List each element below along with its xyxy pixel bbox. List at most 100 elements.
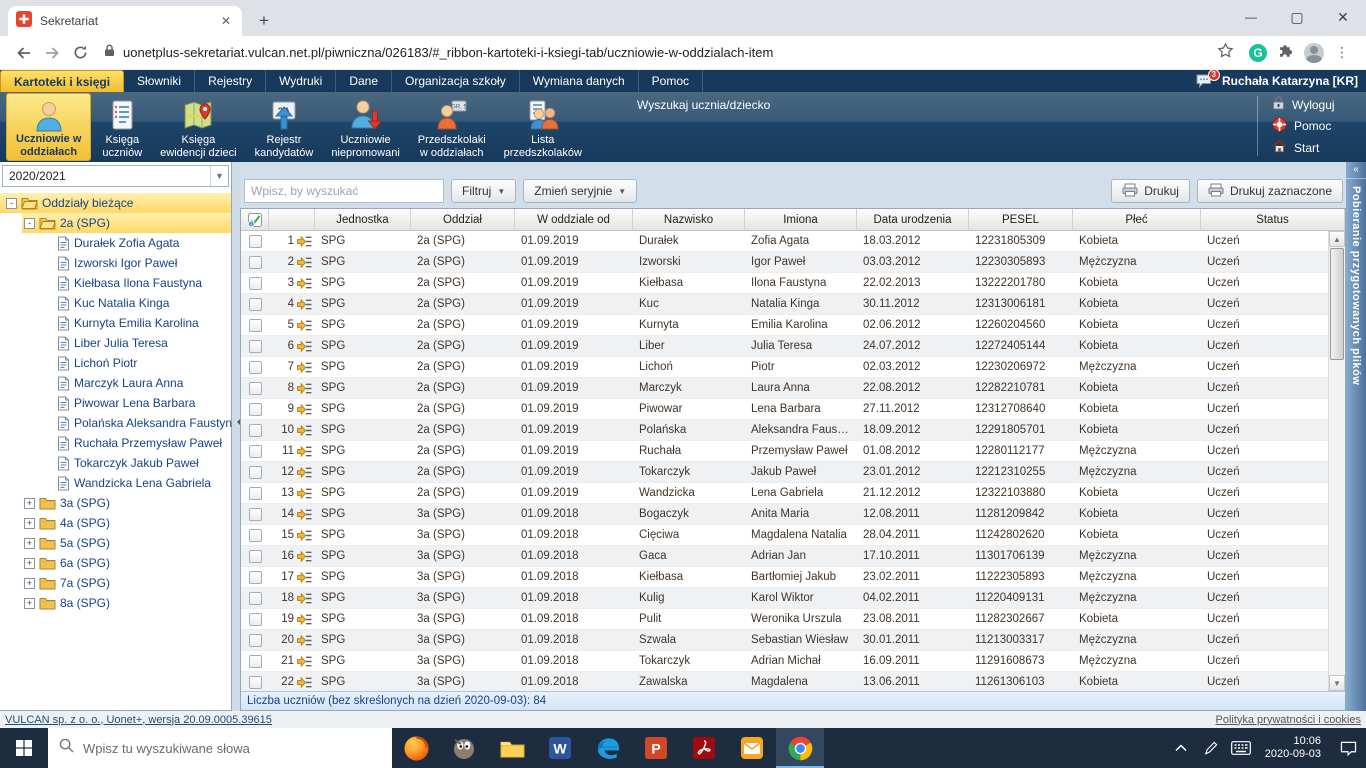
student-card-icon[interactable] (297, 277, 312, 290)
window-close-button[interactable]: ✕ (1320, 0, 1366, 34)
row-checkbox[interactable] (241, 399, 269, 419)
scroll-up-icon[interactable]: ▲ (1329, 231, 1345, 247)
ribbon-item[interactable]: Uczniowie woddziałach (6, 93, 91, 161)
row-checkbox[interactable] (241, 672, 269, 691)
table-row[interactable]: 14SPG3a (SPG)01.09.2018BogaczykAnita Mar… (241, 504, 1328, 525)
ribbon-item[interactable]: Księgaewidencji dzieci (151, 92, 245, 162)
row-checkbox[interactable] (241, 504, 269, 524)
menu-tab[interactable]: Dane (336, 70, 392, 92)
new-tab-button[interactable]: + (252, 9, 276, 33)
reload-icon[interactable] (66, 39, 94, 67)
windows-ink-pen-icon[interactable] (1196, 728, 1226, 768)
table-row[interactable]: 2SPG2a (SPG)01.09.2019IzworskiIgor Paweł… (241, 252, 1328, 273)
tree-node-class[interactable]: +4a (SPG) (0, 513, 231, 533)
taskbar-app-powerpoint[interactable]: P (632, 728, 680, 768)
row-checkbox[interactable] (241, 525, 269, 545)
table-row[interactable]: 8SPG2a (SPG)01.09.2019MarczykLaura Anna2… (241, 378, 1328, 399)
table-row[interactable]: 15SPG3a (SPG)01.09.2018CięciwaMagdalena … (241, 525, 1328, 546)
taskbar-app-explorer[interactable] (488, 728, 536, 768)
student-card-icon[interactable] (297, 361, 312, 374)
student-card-icon[interactable] (297, 235, 312, 248)
expand-node-icon[interactable]: + (24, 518, 35, 529)
sidebar-splitter[interactable] (232, 162, 240, 711)
start-button[interactable]: Start (1272, 139, 1358, 156)
table-row[interactable]: 22SPG3a (SPG)01.09.2018ZawalskaMagdalena… (241, 672, 1328, 691)
tree-node-student[interactable]: Piwowar Lena Barbara (0, 393, 231, 413)
student-card-icon[interactable] (297, 487, 312, 500)
action-center-icon[interactable] (1330, 728, 1366, 768)
tree-node-student[interactable]: Kurnyta Emilia Karolina (0, 313, 231, 333)
school-year-select[interactable]: 2020/2021 ▼ (2, 165, 229, 187)
row-checkbox[interactable] (241, 546, 269, 566)
expand-node-icon[interactable]: + (24, 598, 35, 609)
menu-tab[interactable]: Wymiana danych (520, 70, 639, 92)
student-card-icon[interactable] (297, 571, 312, 584)
wyloguj-button[interactable]: Wyloguj (1272, 96, 1358, 113)
browser-menu-icon[interactable]: ⋮ (1328, 40, 1356, 66)
taskbar-app-firefox[interactable] (392, 728, 440, 768)
grid-scrollbar[interactable]: ▲ ▼ (1328, 231, 1345, 691)
row-checkbox[interactable] (241, 420, 269, 440)
row-checkbox[interactable] (241, 630, 269, 650)
table-row[interactable]: 1SPG2a (SPG)01.09.2019DurałekZofia Agata… (241, 231, 1328, 252)
tree-node-class[interactable]: -2a (SPG) (0, 213, 231, 233)
browser-tab[interactable]: Sekretariat ✕ (8, 6, 242, 36)
row-checkbox[interactable] (241, 483, 269, 503)
tree-node-student[interactable]: Durałek Zofia Agata (0, 233, 231, 253)
tree-node-student[interactable]: Izworski Igor Paweł (0, 253, 231, 273)
tree-node-student[interactable]: Kuc Natalia Kinga (0, 293, 231, 313)
tree-node-class[interactable]: +3a (SPG) (0, 493, 231, 513)
row-checkbox[interactable] (241, 231, 269, 251)
ribbon-item[interactable]: Księgauczniów (93, 92, 151, 162)
column-header-imiona[interactable]: Imiona (745, 209, 857, 230)
taskbar-app-edge[interactable] (584, 728, 632, 768)
student-search-input[interactable]: Wyszukaj ucznia/dziecko (637, 98, 770, 112)
row-checkbox[interactable] (241, 441, 269, 461)
tree-node-student[interactable]: Lichoń Piotr (0, 353, 231, 373)
menu-tab[interactable]: Wydruki (266, 70, 336, 92)
student-card-icon[interactable] (297, 340, 312, 353)
student-card-icon[interactable] (297, 676, 312, 689)
table-row[interactable]: 20SPG3a (SPG)01.09.2018SzwalaSebastian W… (241, 630, 1328, 651)
table-row[interactable]: 17SPG3a (SPG)01.09.2018KiełbasaBartłomie… (241, 567, 1328, 588)
taskbar-clock[interactable]: 10:06 2020-09-03 (1256, 735, 1330, 761)
taskbar-app-acrobat[interactable] (680, 728, 728, 768)
tree-node-student[interactable]: Marczyk Laura Anna (0, 373, 231, 393)
column-header-pesel[interactable]: PESEL (969, 209, 1073, 230)
column-header-data-urodzenia[interactable]: Data urodzenia (857, 209, 969, 230)
column-header-oddzial[interactable]: Oddział (411, 209, 515, 230)
ribbon-item[interactable]: Listaprzedszkolaków (495, 92, 591, 162)
row-checkbox[interactable] (241, 588, 269, 608)
touch-keyboard-icon[interactable] (1226, 728, 1256, 768)
messages-icon[interactable]: 3 (1196, 74, 1213, 88)
student-card-icon[interactable] (297, 529, 312, 542)
taskbar-app-mail[interactable] (728, 728, 776, 768)
table-row[interactable]: 21SPG3a (SPG)01.09.2018TokarczykAdrian M… (241, 651, 1328, 672)
profile-avatar[interactable] (1300, 40, 1328, 66)
menu-tab[interactable]: Kartoteki i księgi (0, 70, 124, 92)
scrollbar-thumb[interactable] (1330, 248, 1344, 360)
row-checkbox[interactable] (241, 252, 269, 272)
column-header-plec[interactable]: Płeć (1073, 209, 1201, 230)
tree-node-class[interactable]: +5a (SPG) (0, 533, 231, 553)
row-checkbox[interactable] (241, 609, 269, 629)
grammarly-extension-icon[interactable]: G (1244, 40, 1272, 66)
table-row[interactable]: 11SPG2a (SPG)01.09.2019RuchałaPrzemysław… (241, 441, 1328, 462)
table-row[interactable]: 10SPG2a (SPG)01.09.2019PolańskaAleksandr… (241, 420, 1328, 441)
expand-node-icon[interactable]: + (24, 538, 35, 549)
address-bar[interactable]: uonetplus-sekretariat.vulcan.net.pl/piwn… (94, 39, 1244, 67)
table-row[interactable]: 9SPG2a (SPG)01.09.2019PiwowarLena Barbar… (241, 399, 1328, 420)
ribbon-item[interactable]: Uczniowieniepromowani (322, 92, 408, 162)
tree-node-student[interactable]: Kiełbasa Ilona Faustyna (0, 273, 231, 293)
student-card-icon[interactable] (297, 445, 312, 458)
row-checkbox[interactable] (241, 567, 269, 587)
row-checkbox[interactable] (241, 315, 269, 335)
column-header-w-oddziale-od[interactable]: W oddziale od (515, 209, 633, 230)
back-icon[interactable] (10, 39, 38, 67)
pomoc-button[interactable]: Pomoc (1272, 117, 1358, 135)
forward-icon[interactable] (38, 39, 66, 67)
tray-chevron-up-icon[interactable] (1166, 728, 1196, 768)
tab-close-icon[interactable]: ✕ (218, 14, 234, 28)
menu-tab[interactable]: Organizacja szkoły (392, 70, 520, 92)
row-checkbox[interactable] (241, 273, 269, 293)
